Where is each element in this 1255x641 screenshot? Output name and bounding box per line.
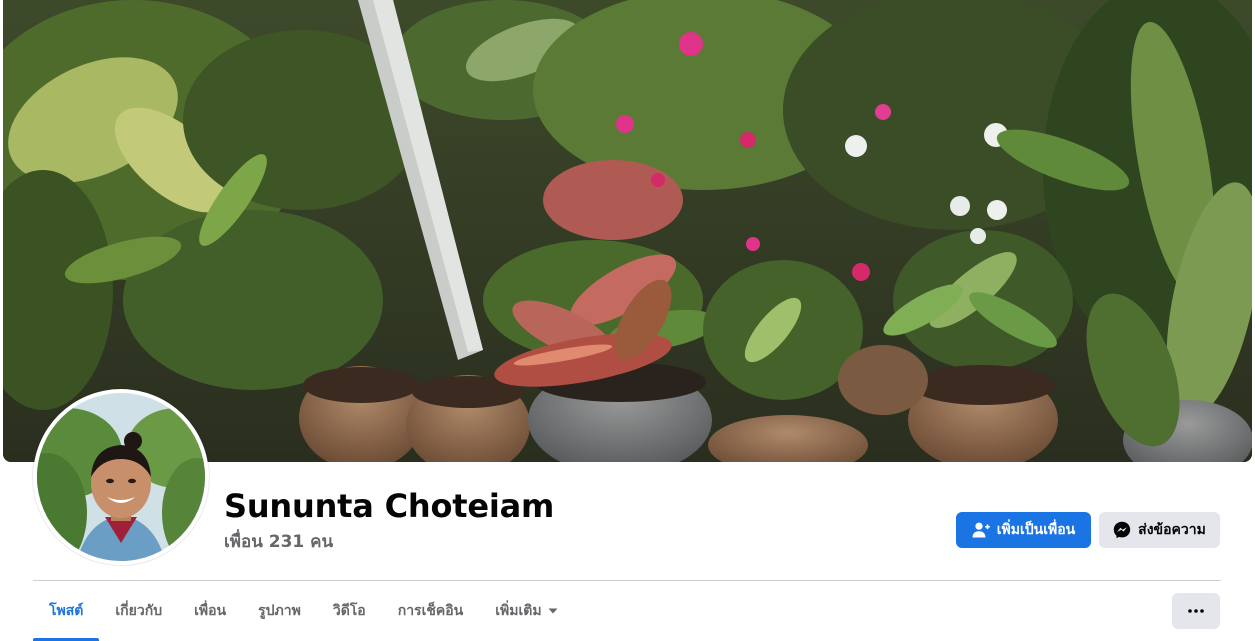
avatar-photo [37,393,205,561]
cover-photo[interactable] [3,0,1252,462]
message-button[interactable]: ส่งข้อความ [1099,512,1220,548]
add-friend-button[interactable]: เพิ่มเป็นเพื่อน [956,512,1091,548]
tab-posts[interactable]: โพสต์ [33,581,100,641]
profile-tabs: โพสต์ เกี่ยวกับ เพื่อน รูปภาพ วิดีโอ การ… [33,581,574,641]
tab-videos-label: วิดีโอ [332,603,366,619]
tab-friends[interactable]: เพื่อน [178,581,242,641]
tab-about[interactable]: เกี่ยวกับ [99,581,178,641]
tab-photos[interactable]: รูปภาพ [242,581,317,641]
tab-more-label: เพิ่มเติม [495,603,542,619]
add-friend-label: เพิ่มเป็นเพื่อน [996,522,1076,538]
tab-posts-label: โพสต์ [49,603,84,619]
tab-about-label: เกี่ยวกับ [115,603,163,619]
cover-photo-image [3,0,1252,462]
tab-friends-label: เพื่อน [194,603,227,619]
ellipsis-icon [1188,609,1204,613]
add-friend-icon [972,522,990,538]
profile-avatar[interactable] [33,389,209,565]
profile-name: Sununta Choteiam [224,487,555,525]
message-label: ส่งข้อความ [1138,522,1206,538]
more-options-button[interactable] [1172,593,1220,629]
friends-count[interactable]: เพื่อน 231 คน [224,528,333,555]
tab-checkins[interactable]: การเช็คอิน [382,581,480,641]
profile-page: Sununta Choteiam เพื่อน 231 คน เพิ่มเป็น… [0,0,1255,641]
messenger-icon [1113,521,1131,539]
tab-videos[interactable]: วิดีโอ [317,581,382,641]
tab-checkins-label: การเช็คอิน [397,603,464,619]
tab-photos-label: รูปภาพ [258,603,301,619]
caret-down-icon [548,608,558,614]
tab-more[interactable]: เพิ่มเติม [479,581,573,641]
avatar-image [37,393,205,561]
